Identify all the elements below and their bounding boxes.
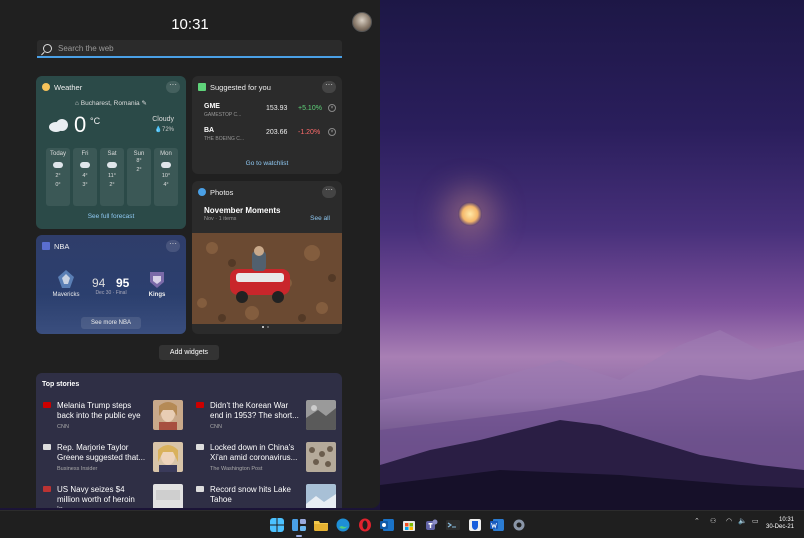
forecast-row: Today 2° 0° Fri 4° 3° Sat 11° 2° Sun 8° 2° M… — [46, 148, 178, 206]
drop-icon: 💧 — [154, 127, 162, 133]
word-icon[interactable] — [490, 518, 504, 532]
cloud-icon — [53, 162, 63, 168]
story-thumbnail — [153, 484, 183, 508]
more-options-button[interactable]: ··· — [322, 186, 336, 198]
weather-precipitation: 💧72% — [154, 127, 175, 133]
store-icon[interactable] — [402, 518, 416, 532]
stocks-widget[interactable]: Suggested for you ··· GME GAMESTOP C... … — [192, 76, 342, 174]
photo-thumbnail[interactable] — [192, 233, 342, 324]
cloud-icon — [161, 162, 171, 168]
remove-stock-icon[interactable]: × — [328, 104, 336, 112]
cnn-source-icon — [196, 402, 204, 408]
start-icon[interactable] — [270, 518, 284, 532]
chevron-up-icon[interactable]: ⌃ — [694, 517, 700, 525]
see-all-link[interactable]: See all — [310, 215, 330, 222]
file-explorer-icon[interactable] — [314, 518, 328, 532]
settings-gear-icon[interactable] — [512, 518, 526, 532]
story-thumbnail — [153, 442, 183, 472]
more-options-button[interactable]: ··· — [166, 240, 180, 252]
go-to-watchlist-link[interactable]: Go to watchlist — [192, 160, 342, 167]
cloud-icon — [49, 119, 68, 132]
top-stories-title: Top stories — [42, 381, 80, 388]
more-options-button[interactable]: ··· — [322, 81, 336, 93]
widgets-panel: 10:31 Search the web Weather ··· ⌂ Bucha… — [0, 0, 380, 508]
active-indicator — [296, 535, 302, 537]
news-story[interactable]: Locked down in China's Xi'an amid corona… — [196, 442, 343, 480]
teams-tray-icon[interactable]: ⚇ — [710, 517, 716, 525]
top-stories-section: Top stories Melania Trump steps back int… — [36, 373, 342, 508]
cloud-icon — [80, 162, 90, 168]
widgets-icon[interactable] — [292, 518, 306, 532]
weather-title: Weather — [54, 83, 83, 92]
news-source-icon — [196, 486, 204, 492]
stock-row[interactable]: GME GAMESTOP C... 153.93 +5.10% × — [204, 103, 336, 123]
terminal-icon[interactable] — [446, 518, 460, 532]
away-team-name: Kings — [148, 292, 166, 298]
photos-subtitle: Nov · 1 items — [204, 216, 237, 222]
onedrive-cloud-icon — [198, 188, 206, 196]
remove-stock-icon[interactable]: × — [328, 128, 336, 136]
weather-temperature: 0 — [74, 112, 87, 137]
teams-icon[interactable] — [424, 518, 438, 532]
photos-widget[interactable]: Photos ··· November Moments Nov · 1 item… — [192, 181, 342, 334]
story-thumbnail — [153, 400, 183, 430]
see-more-nba-link[interactable]: See more NBA — [81, 317, 141, 329]
wifi-icon[interactable]: ◠ — [726, 517, 732, 525]
washington-post-source-icon — [196, 444, 204, 450]
cloud-icon — [107, 162, 117, 168]
weather-condition: Cloudy — [152, 116, 174, 123]
search-icon — [43, 43, 52, 53]
weather-unit: °C — [90, 116, 101, 126]
edit-icon: ✎ — [139, 100, 147, 107]
opera-icon[interactable] — [358, 518, 372, 532]
outlook-icon[interactable] — [380, 518, 394, 532]
story-thumbnail — [306, 400, 336, 430]
away-score: 95 — [116, 276, 130, 290]
edge-icon[interactable] — [336, 518, 350, 532]
wallpaper-sun — [458, 202, 482, 226]
more-options-button[interactable]: ··· — [166, 81, 180, 93]
search-input[interactable]: Search the web — [37, 40, 342, 58]
story-thumbnail — [306, 442, 336, 472]
nba-title: NBA — [54, 242, 70, 251]
news-story[interactable]: Record snow hits Lake Tahoe — [196, 484, 343, 508]
mavericks-logo-icon — [58, 270, 74, 288]
news-story[interactable]: US Navy seizes $4 million worth of heroi… — [43, 484, 190, 508]
see-full-forecast-link[interactable]: See full forecast — [36, 213, 186, 220]
news-story[interactable]: Rep. Marjorie Taylor Greene suggested th… — [43, 442, 190, 480]
stock-chart-icon — [198, 83, 206, 91]
weather-location[interactable]: ⌂ Bucharest, Romania ✎ — [36, 99, 186, 107]
forecast-day: Mon 10° 4° — [154, 148, 178, 206]
photos-heading: November Moments — [204, 206, 281, 215]
panel-clock: 10:31 — [171, 16, 209, 33]
photos-title: Photos — [210, 188, 234, 197]
cnn-source-icon — [43, 402, 51, 408]
avatar[interactable] — [352, 12, 372, 32]
home-score: 94 — [92, 276, 106, 290]
volume-icon[interactable]: 🔈 — [738, 517, 747, 525]
add-widgets-button[interactable]: Add widgets — [159, 345, 219, 360]
carousel-dots[interactable] — [262, 326, 269, 328]
kings-logo-icon — [150, 272, 164, 288]
taskbar-clock[interactable]: 10:31 30-Dec-21 — [766, 517, 794, 531]
business-insider-source-icon — [43, 444, 51, 450]
forecast-day: Sat 11° 2° — [100, 148, 124, 206]
news-story[interactable]: Didn't the Korean War end in 1953? The s… — [196, 400, 343, 438]
search-placeholder: Search the web — [58, 43, 114, 53]
battery-icon[interactable]: ▭ — [752, 517, 759, 525]
forecast-day: Sun 8° 2° — [127, 148, 151, 206]
taskbar: ⌃ ⚇ ◠ 🔈 ▭ 10:31 30-Dec-21 — [0, 510, 804, 538]
stocks-title: Suggested for you — [210, 83, 271, 92]
news-story[interactable]: Melania Trump steps back into the public… — [43, 400, 190, 438]
forecast-day: Today 2° 0° — [46, 148, 70, 206]
stock-row[interactable]: BA THE BOEING C... 203.66 -1.20% × — [204, 127, 336, 147]
nba-widget[interactable]: NBA ··· Mavericks 94 95 Dec 30 · Final K… — [36, 235, 186, 334]
basketball-icon — [42, 242, 50, 250]
weather-icon — [42, 83, 50, 91]
news-source-icon — [43, 486, 51, 492]
bitwarden-icon[interactable] — [468, 518, 482, 532]
forecast-day: Fri 4° 3° — [73, 148, 97, 206]
story-thumbnail — [306, 484, 336, 508]
weather-widget[interactable]: Weather ··· ⌂ Bucharest, Romania ✎ 0 °C … — [36, 76, 186, 229]
